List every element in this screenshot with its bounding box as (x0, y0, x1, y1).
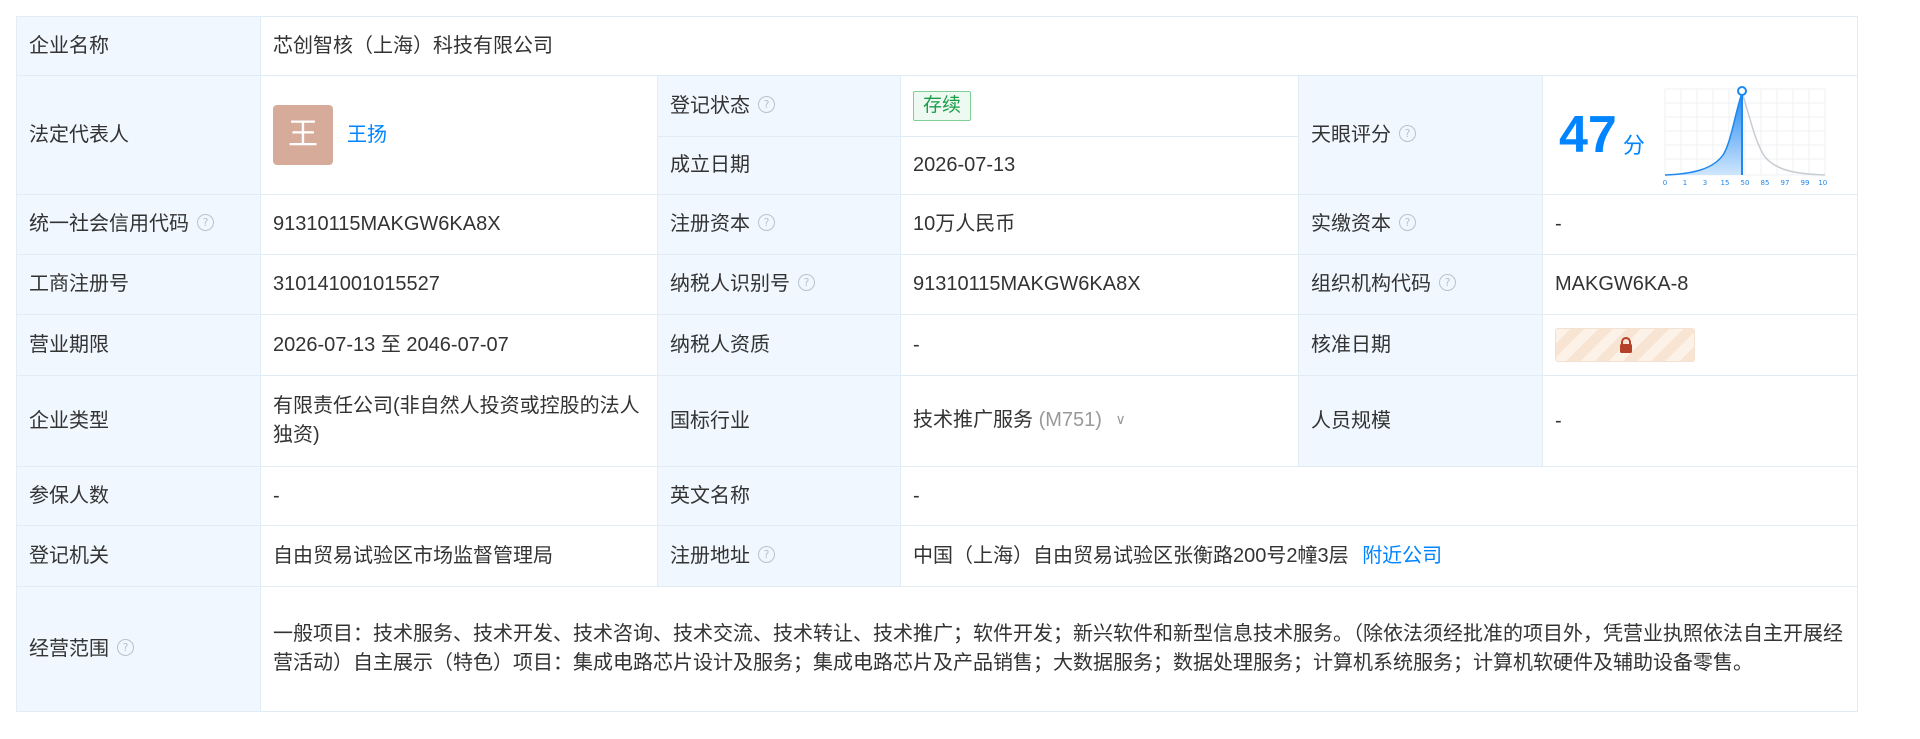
org-code-label: 组织机构代码 (1311, 273, 1431, 295)
reg-status-label-cell: 登记状态? (657, 75, 901, 137)
taxpayer-id-label: 纳税人识别号 (670, 273, 790, 295)
table-row: 工商注册号 310141001015527 纳税人识别号? 91310115MA… (16, 254, 1858, 315)
chart-tick-label: 97 (1780, 179, 1789, 187)
industry-cell[interactable]: 技术推广服务 (M751) ∨ (900, 375, 1299, 467)
insured-label: 参保人数 (16, 466, 261, 526)
paid-capital-value: - (1542, 194, 1858, 255)
chart-tick-label: 50 (1740, 179, 1749, 187)
avatar[interactable]: 王 (273, 105, 333, 165)
score-marker-dot (1736, 86, 1747, 96)
company-name-label: 企业名称 (16, 16, 261, 76)
scope-label: 经营范围 (29, 637, 109, 660)
biz-reg-no-label: 工商注册号 (16, 254, 261, 315)
org-code-label-cell: 组织机构代码? (1298, 254, 1543, 315)
reg-capital-value: 10万人民币 (900, 194, 1299, 255)
reg-authority-value: 自由贸易试验区市场监督管理局 (260, 525, 658, 587)
found-date-label: 成立日期 (657, 136, 901, 195)
taxpayer-id-label-cell: 纳税人识别号? (657, 254, 901, 315)
tax-qual-label: 纳税人资质 (657, 314, 901, 376)
table-row: 企业类型 有限责任公司(非自然人投资或控股的法人独资) 国标行业 技术推广服务 … (16, 375, 1858, 467)
chart-tick-label: 1 (1683, 179, 1687, 187)
company-info-panel: 企业名称 芯创智核（上海）科技有限公司 法定代表人 王 王扬 登记状态? 存续 … (16, 16, 1858, 712)
help-icon[interactable]: ? (798, 274, 815, 292)
legal-rep-name-link[interactable]: 王扬 (347, 121, 387, 150)
table-row: 登记机关 自由贸易试验区市场监督管理局 注册地址? 中国（上海）自由贸易试验区张… (16, 525, 1858, 587)
biz-term-value: 2026-07-13 至 2046-07-07 (260, 314, 658, 376)
table-row: 参保人数 - 英文名称 - (16, 466, 1858, 526)
score-label: 天眼评分 (1311, 123, 1391, 146)
score-unit: 分 (1622, 132, 1645, 158)
chart-tick-label: 99 (1800, 179, 1809, 187)
biz-term-label: 营业期限 (16, 314, 261, 376)
approve-date-cell (1542, 314, 1858, 376)
nearby-companies-link[interactable]: 附近公司 (1362, 545, 1442, 567)
reg-address-label: 注册地址 (670, 544, 750, 567)
chart-tick-label: 15 (1720, 179, 1729, 187)
scope-label-cell: 经营范围? (16, 586, 261, 712)
company-info-table: 企业名称 芯创智核（上海）科技有限公司 法定代表人 王 王扬 登记状态? 存续 … (16, 16, 1858, 712)
insured-value: - (260, 466, 658, 526)
tax-qual-value: - (900, 314, 1299, 376)
reg-capital-label-cell: 注册资本? (657, 194, 901, 255)
score-distribution-chart: 0 1 3 15 50 85 97 99 100 (1663, 86, 1827, 187)
legal-rep-label: 法定代表人 (16, 75, 261, 195)
chart-tick-label: 3 (1703, 179, 1707, 187)
reg-capital-label: 注册资本 (670, 213, 750, 235)
biz-reg-no-value: 310141001015527 (260, 254, 658, 315)
reg-authority-label: 登记机关 (16, 525, 261, 587)
found-date-value: 2026-07-13 (900, 136, 1299, 195)
paid-capital-label-cell: 实缴资本? (1298, 194, 1543, 255)
reg-address-cell: 中国（上海）自由贸易试验区张衡路200号2幢3层 附近公司 (900, 525, 1858, 587)
company-type-value: 有限责任公司(非自然人投资或控股的法人独资) (260, 375, 658, 467)
company-type-label: 企业类型 (16, 375, 261, 467)
help-icon[interactable]: ? (197, 214, 214, 232)
paid-capital-label: 实缴资本 (1311, 213, 1391, 235)
industry-code: (M751) (1038, 409, 1102, 431)
credit-code-label-cell: 统一社会信用代码? (16, 194, 261, 255)
lock-icon (1620, 337, 1632, 353)
score-cell[interactable]: 47 分 0 1 3 15 50 85 97 99 10 (1542, 75, 1858, 195)
english-name-value: - (900, 466, 1858, 526)
scope-value: 一般项目：技术服务、技术开发、技术咨询、技术交流、技术转让、技术推广；软件开发；… (260, 586, 1858, 712)
reg-address-value: 中国（上海）自由贸易试验区张衡路200号2幢3层 (913, 544, 1349, 567)
table-row: 统一社会信用代码? 91310115MAKGW6KA8X 注册资本? 10万人民… (16, 194, 1858, 255)
table-row: 营业期限 2026-07-13 至 2046-07-07 纳税人资质 - 核准日… (16, 314, 1858, 376)
credit-code-value: 91310115MAKGW6KA8X (260, 194, 658, 255)
industry-value: 技术推广服务 (913, 409, 1033, 431)
bell-curve-right (1741, 92, 1825, 176)
help-icon[interactable]: ? (1439, 274, 1456, 292)
locked-value-button[interactable] (1555, 328, 1695, 362)
help-icon[interactable]: ? (1399, 124, 1416, 142)
org-code-value: MAKGW6KA-8 (1542, 254, 1858, 315)
chart-tick-label: 85 (1760, 179, 1769, 187)
staff-size-label: 人员规模 (1298, 375, 1543, 467)
table-row: 经营范围? 一般项目：技术服务、技术开发、技术咨询、技术交流、技术转让、技术推广… (16, 586, 1858, 712)
reg-status-cell: 存续 (900, 75, 1299, 137)
chart-tick-labels: 0 1 3 15 50 85 97 99 100 (1663, 179, 1827, 187)
help-icon[interactable]: ? (758, 545, 775, 563)
table-row: 法定代表人 王 王扬 登记状态? 存续 天眼评分? 47 分 0 1 3 15 … (16, 75, 1858, 195)
industry-label: 国标行业 (657, 375, 901, 467)
help-icon[interactable]: ? (1399, 214, 1416, 232)
help-icon[interactable]: ? (117, 638, 134, 656)
company-name-value: 芯创智核（上海）科技有限公司 (260, 16, 1858, 76)
status-badge: 存续 (913, 91, 972, 121)
reg-address-label-cell: 注册地址? (657, 525, 901, 587)
reg-status-label: 登记状态 (670, 94, 750, 117)
table-row: 企业名称 芯创智核（上海）科技有限公司 (16, 16, 1858, 76)
score-value: 47 (1559, 106, 1617, 164)
legal-rep-cell: 王 王扬 (260, 75, 658, 195)
taxpayer-id-value: 91310115MAKGW6KA8X (900, 254, 1299, 315)
chevron-down-icon[interactable]: ∨ (1115, 405, 1125, 434)
help-icon[interactable]: ? (758, 214, 775, 232)
help-icon[interactable]: ? (758, 95, 775, 113)
chart-tick-label: 0 (1663, 179, 1667, 187)
chart-tick-label: 100 (1818, 179, 1827, 187)
staff-size-value: - (1542, 375, 1858, 467)
english-name-label: 英文名称 (657, 466, 901, 526)
credit-code-label: 统一社会信用代码 (29, 213, 189, 235)
score-label-cell: 天眼评分? (1298, 75, 1543, 195)
approve-date-label: 核准日期 (1298, 314, 1543, 376)
